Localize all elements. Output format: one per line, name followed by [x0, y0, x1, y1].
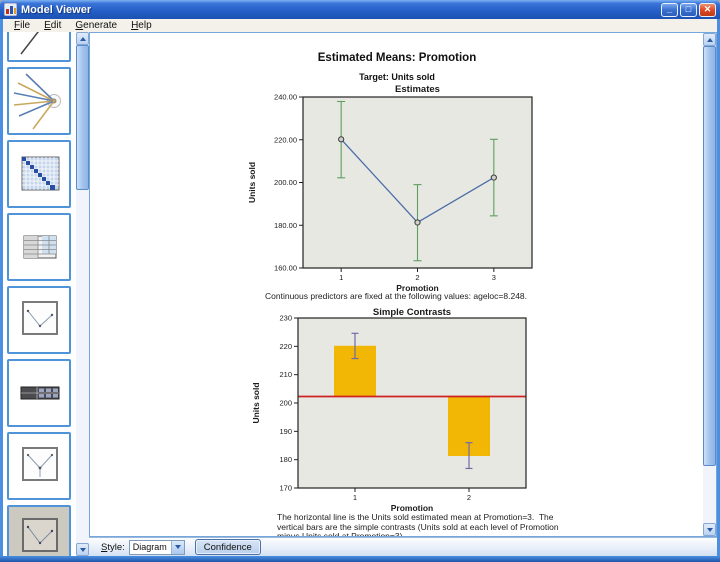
titlebar: Model Viewer _ □ ✕: [0, 0, 720, 19]
model-viewer-window: Model Viewer _ □ ✕ FileEditGenerateHelp: [0, 0, 720, 562]
close-button[interactable]: ✕: [699, 3, 716, 17]
svg-text:190: 190: [279, 427, 292, 436]
svg-text:Estimates: Estimates: [395, 84, 440, 95]
effects-fan-icon: [9, 69, 69, 133]
menu-item-help[interactable]: Help: [124, 20, 159, 31]
svg-text:3: 3: [492, 273, 496, 282]
regression-line-icon: [9, 32, 69, 60]
sidebar-thumbnail-contrasts-chart[interactable]: [7, 432, 71, 500]
minimize-button[interactable]: _: [661, 3, 678, 17]
maximize-button[interactable]: □: [680, 3, 697, 17]
svg-text:180: 180: [279, 455, 292, 464]
svg-text:170: 170: [279, 484, 292, 493]
svg-text:240.00: 240.00: [274, 93, 297, 102]
svg-text:2: 2: [415, 273, 419, 282]
window-body: Estimated Means: Promotion Target: Units…: [3, 32, 717, 556]
sidebar-scroll-up-button[interactable]: [76, 32, 89, 45]
svg-text:200.00: 200.00: [274, 178, 297, 187]
svg-text:Units sold: Units sold: [251, 382, 261, 423]
main-scrollbar-thumb[interactable]: [703, 46, 716, 466]
scroll-up-icon: [707, 38, 713, 42]
estimated-means-selected-icon: [9, 507, 69, 556]
coefficients-table-icon: [9, 215, 69, 279]
menubar: FileEditGenerateHelp: [3, 19, 717, 32]
style-label: Style:: [101, 542, 125, 553]
menu-item-file[interactable]: File: [7, 20, 37, 31]
contrasts-chart-icon: [9, 434, 69, 498]
svg-text:1: 1: [339, 273, 343, 282]
svg-text:160.00: 160.00: [274, 264, 297, 273]
window-title: Model Viewer: [21, 4, 661, 16]
model-view-content: Estimated Means: Promotion Target: Units…: [90, 33, 704, 536]
app-icon: [4, 3, 17, 16]
sidebar-thumbnail-regression-line[interactable]: [7, 32, 71, 62]
svg-text:1: 1: [353, 493, 357, 502]
svg-text:Units sold: Units sold: [247, 162, 257, 203]
style-dropdown-value: Diagram: [130, 542, 171, 552]
page-title: Estimated Means: Promotion: [90, 52, 704, 64]
sidebar-thumbnail-summary-table[interactable]: [7, 359, 71, 427]
estimated-means-line-icon: [9, 288, 69, 352]
sidebar-thumbnail-effects-fan[interactable]: [7, 67, 71, 135]
scroll-down-icon: [80, 548, 86, 552]
correlation-matrix-icon: [9, 142, 69, 206]
contrasts-caption: The horizontal line is the Units sold es…: [277, 513, 559, 537]
estimates-chart: 240.00 220.00 200.00 180.00 160.00 1 2 3 Estimat…: [236, 83, 556, 295]
style-dropdown[interactable]: Diagram: [129, 540, 185, 555]
svg-text:180.00: 180.00: [274, 221, 297, 230]
predictors-footnote: Continuous predictors are fixed at the f…: [265, 291, 527, 301]
sidebar-scrollbar: [76, 32, 89, 556]
svg-text:200: 200: [279, 399, 292, 408]
scroll-down-icon: [707, 528, 713, 532]
main-scrollbar: [703, 33, 716, 536]
scroll-up-icon: [80, 37, 86, 41]
caption-line: minus Units sold at Promotion=3).: [277, 532, 559, 537]
window-bottom-frame: [0, 556, 720, 562]
svg-text:2: 2: [467, 493, 471, 502]
main-scroll-up-button[interactable]: [703, 33, 716, 46]
confidence-button[interactable]: Confidence: [195, 539, 261, 555]
view-toolbar: Style: Diagram Confidence: [89, 537, 717, 556]
simple-contrasts-chart: 23022021020019018017012Simple ContrastsP…: [226, 306, 546, 514]
thumbnail-sidebar: [3, 32, 76, 556]
menu-item-generate[interactable]: Generate: [68, 20, 124, 31]
sidebar-thumbnail-estimated-means-current[interactable]: [7, 505, 71, 556]
svg-text:220.00: 220.00: [274, 135, 297, 144]
menu-item-edit[interactable]: Edit: [37, 20, 68, 31]
sidebar-thumbnail-coefficients-table[interactable]: [7, 213, 71, 281]
sidebar-thumbnail-estimated-means-line[interactable]: [7, 286, 71, 354]
svg-text:230: 230: [279, 314, 292, 323]
model-view-panel: Estimated Means: Promotion Target: Units…: [89, 32, 717, 537]
sidebar-thumbnail-correlation-matrix[interactable]: [7, 140, 71, 208]
chevron-down-icon[interactable]: [171, 541, 184, 554]
svg-text:220: 220: [279, 342, 292, 351]
target-label: Target: Units sold: [90, 72, 704, 82]
sidebar-scroll-down-button[interactable]: [76, 543, 89, 556]
main-scroll-down-button[interactable]: [703, 523, 716, 536]
sidebar-scrollbar-thumb[interactable]: [76, 45, 89, 190]
svg-text:210: 210: [279, 370, 292, 379]
svg-text:Simple Contrasts: Simple Contrasts: [373, 307, 451, 318]
summary-table-icon: [9, 361, 69, 425]
